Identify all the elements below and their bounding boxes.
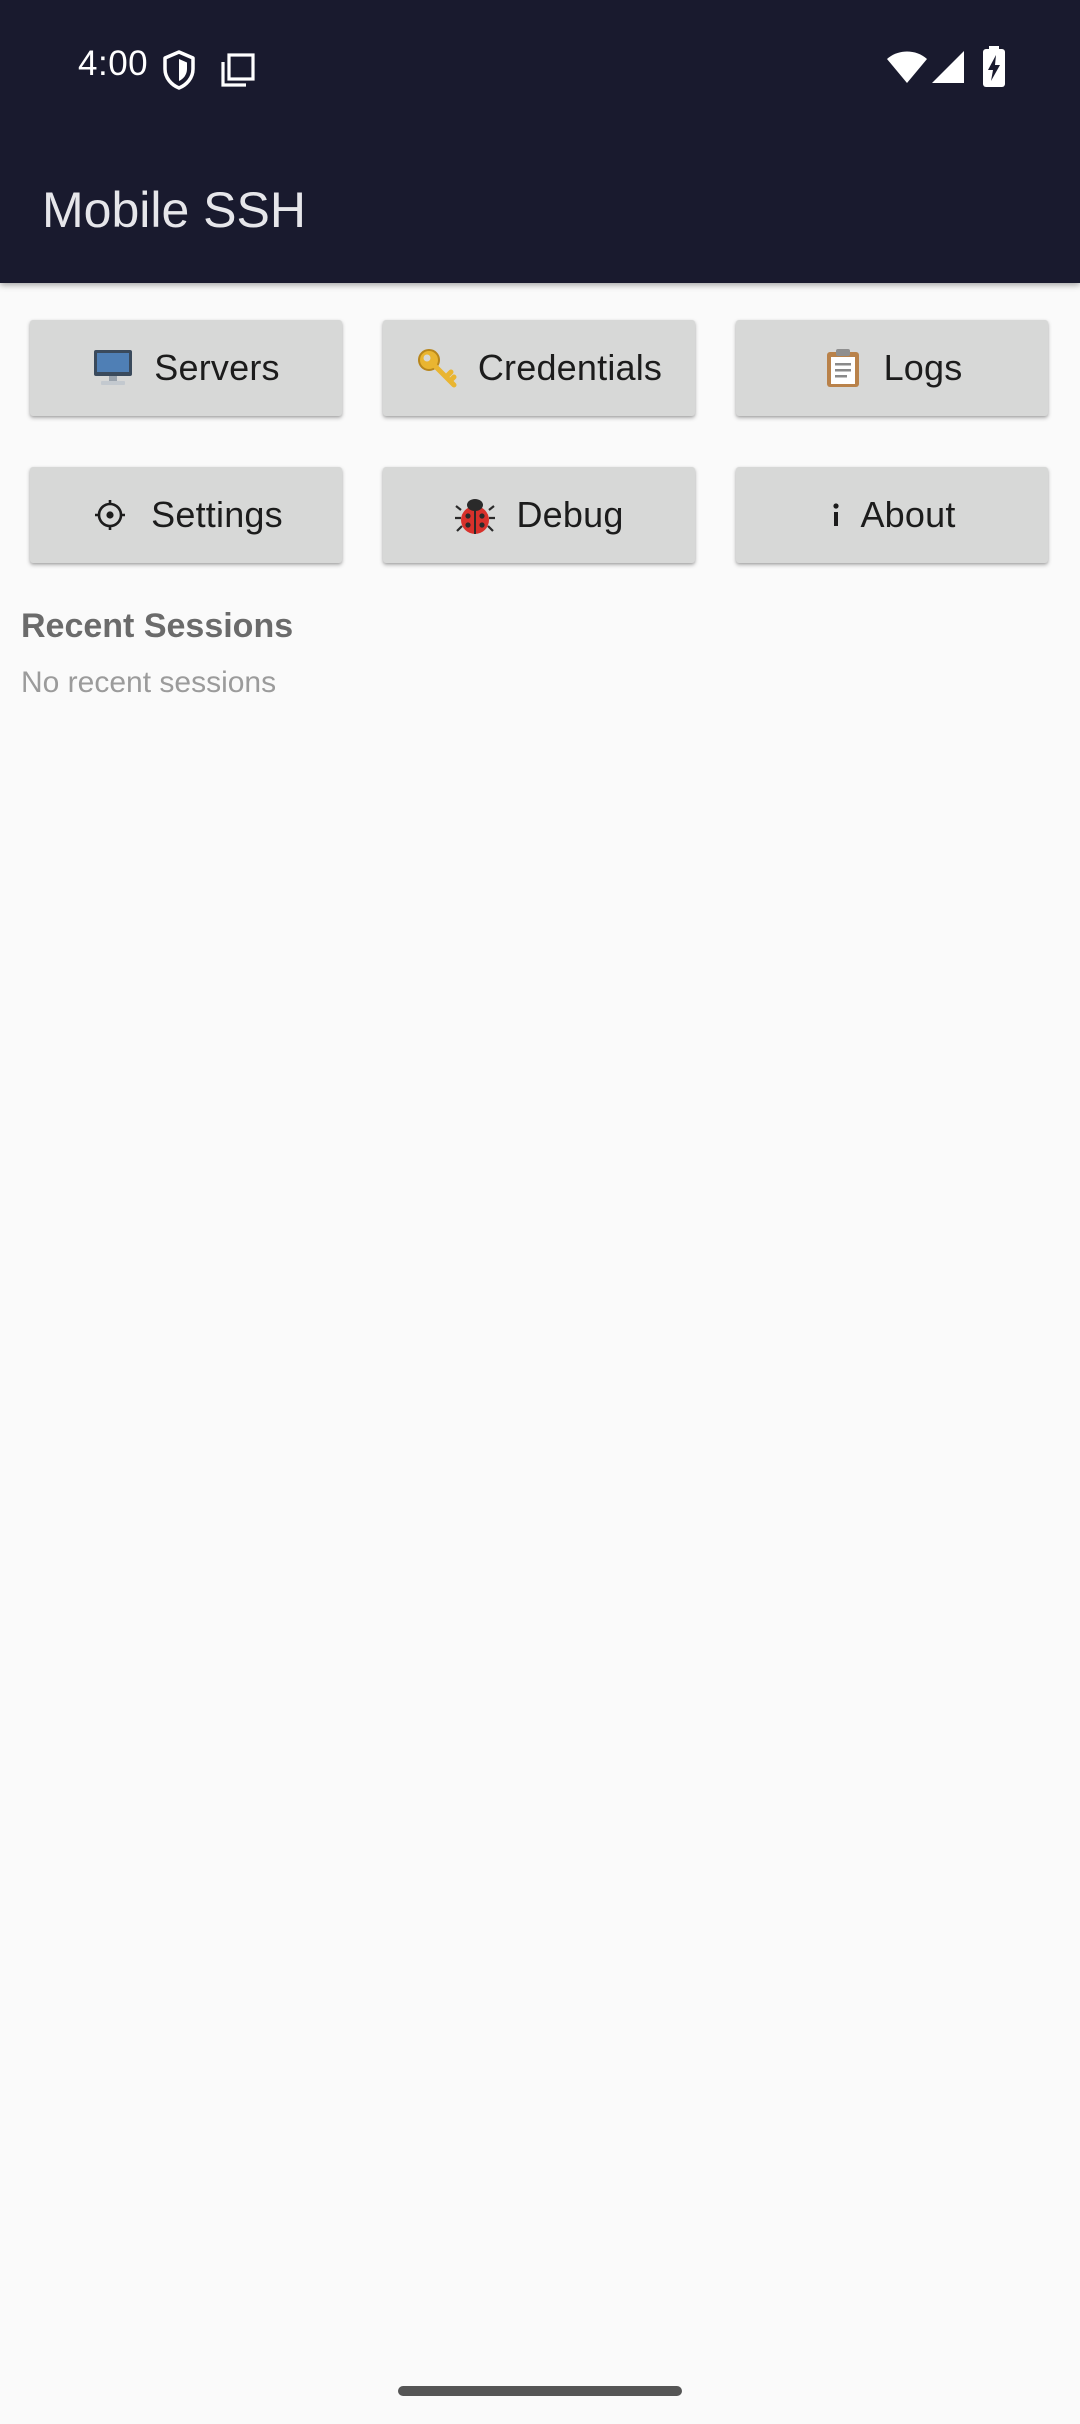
settings-button-label: Settings [151,494,283,535]
gesture-nav-handle[interactable] [398,2386,682,2396]
app-screen: 4:00 Mobile SSH Servers Credentials Logs… [0,0,1080,2424]
shield-icon [163,50,195,90]
about-button[interactable]: About [736,467,1048,563]
app-title: Mobile SSH [42,182,306,238]
settings-button[interactable]: Settings [30,467,342,563]
clipboard-icon [822,347,864,389]
debug-button[interactable]: Debug [383,467,695,563]
servers-button[interactable]: Servers [30,320,342,416]
cell-signal-icon [932,51,964,83]
credentials-button[interactable]: Credentials [383,320,695,416]
recent-sessions-empty-text: No recent sessions [21,666,277,699]
key-icon [416,347,458,389]
info-icon [828,494,844,536]
gear-icon [89,494,131,536]
credentials-button-label: Credentials [477,347,663,388]
screenshot-icon [221,53,255,87]
desktop-computer-icon [92,347,134,389]
logs-button-label: Logs [883,347,963,388]
logs-button[interactable]: Logs [736,320,1048,416]
about-button-label: About [860,494,956,535]
debug-button-label: Debug [516,494,624,535]
status-bar: 4:00 [0,0,1080,136]
status-time: 4:00 [78,44,149,83]
servers-button-label: Servers [154,347,280,388]
ladybug-icon [454,494,496,536]
battery-charging-icon [983,46,1005,87]
recent-sessions-heading: Recent Sessions [21,607,294,645]
top-app-bar: 4:00 Mobile SSH [0,0,1080,283]
wifi-icon [887,51,927,83]
